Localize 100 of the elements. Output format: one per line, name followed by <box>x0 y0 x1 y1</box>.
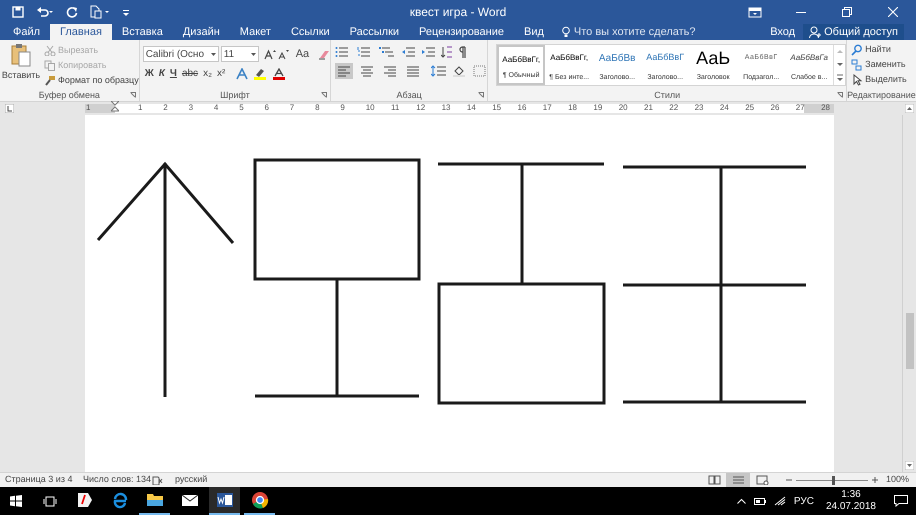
zoom-slider[interactable] <box>796 476 868 484</box>
scrollbar-thumb[interactable] <box>906 313 914 369</box>
dialog-launcher-icon[interactable] <box>837 92 844 98</box>
highlight-icon[interactable] <box>253 68 268 80</box>
start-icon[interactable] <box>10 495 22 507</box>
line-spacing-icon[interactable] <box>431 65 448 77</box>
format-button[interactable]: К <box>158 68 165 80</box>
restore-icon[interactable] <box>842 7 852 17</box>
sign-in-link[interactable]: Вход <box>762 24 804 40</box>
clear-formatting-icon[interactable] <box>318 48 330 60</box>
grow-font-icon[interactable] <box>264 48 276 60</box>
input-language[interactable]: РУС <box>794 494 814 508</box>
clipboard-icon <box>11 43 31 67</box>
font-color-icon[interactable] <box>272 68 286 80</box>
customize-icon[interactable] <box>122 7 130 17</box>
ruler-number: 11 <box>391 103 400 113</box>
task-view-icon[interactable] <box>42 496 56 506</box>
save-icon[interactable] <box>12 6 24 18</box>
paste-button[interactable]: Вставить <box>0 40 42 88</box>
ribbon-tab[interactable]: Файл <box>3 24 50 40</box>
word-icon <box>216 491 234 509</box>
tab-selector-icon[interactable] <box>5 104 14 113</box>
ribbon-display-icon[interactable] <box>748 6 762 18</box>
format-button[interactable]: Ч <box>170 68 177 80</box>
dialog-launcher-icon[interactable] <box>321 92 328 98</box>
ribbon-tab[interactable]: Вставка <box>112 24 173 40</box>
ruler-number: 4 <box>214 103 218 113</box>
decrease-indent-icon[interactable] <box>401 46 416 58</box>
ruler-number: 26 <box>770 103 780 113</box>
zoom-slider-thumb[interactable] <box>832 476 835 484</box>
taskbar-button[interactable] <box>209 487 240 515</box>
ruler-number: 17 <box>542 103 552 113</box>
editing-button[interactable]: Выделить <box>851 73 907 86</box>
ruler-number: 1 <box>86 103 90 113</box>
group-label: Абзац <box>396 88 422 100</box>
undo-icon[interactable] <box>36 6 54 18</box>
editing-button[interactable]: Заменить <box>851 58 907 71</box>
page-count[interactable]: Страница 3 из 4 <box>5 473 83 487</box>
clock[interactable]: 1:36 24.07.2018 <box>826 489 876 513</box>
ruler-number: 14 <box>466 103 476 113</box>
ruler-number: 24 <box>720 103 729 113</box>
scroll-down-icon[interactable] <box>905 461 914 470</box>
increase-indent-icon[interactable] <box>421 46 436 58</box>
person-add-icon[interactable] <box>809 26 822 38</box>
ruler-number: 3 <box>188 103 194 113</box>
ruler-number: 20 <box>618 103 628 113</box>
text-effects-icon[interactable] <box>236 68 248 80</box>
ruler-number: 19 <box>593 103 602 113</box>
ruler-number: 8 <box>315 103 320 113</box>
ribbon-tab[interactable]: Ссылки <box>280 24 340 40</box>
group-label: Шрифт <box>220 88 250 100</box>
close-icon[interactable] <box>888 7 898 17</box>
multilevel-list-icon[interactable] <box>379 46 396 58</box>
cursor-icon <box>851 74 864 86</box>
wifi-icon[interactable] <box>774 496 786 506</box>
font-name-field[interactable]: Calibri (Осно <box>142 46 219 62</box>
scrollbar[interactable] <box>902 115 916 472</box>
notifications-icon[interactable] <box>894 495 908 507</box>
format-button[interactable]: abc <box>182 68 198 80</box>
align-button[interactable] <box>335 63 354 79</box>
ribbon-tab[interactable]: Дизайн <box>172 24 230 40</box>
scroll-up-icon[interactable] <box>904 104 914 113</box>
zoom-level[interactable]: 100% <box>886 473 912 487</box>
zoom-in-icon[interactable] <box>872 477 878 483</box>
ribbon-tab[interactable]: Рецензирование <box>409 24 514 40</box>
borders-icon[interactable] <box>473 65 488 77</box>
paintbrush-icon[interactable] <box>44 75 56 86</box>
proofing-icon[interactable] <box>152 476 163 484</box>
word-count[interactable]: Число слов: 134 <box>83 473 152 487</box>
ruler-number: 15 <box>492 103 502 113</box>
zoom-out-icon[interactable] <box>786 477 792 483</box>
format-button[interactable]: x₂ <box>203 68 212 80</box>
chevron-up-icon[interactable] <box>736 498 746 504</box>
editing-button[interactable]: Найти <box>851 43 907 56</box>
window-title: квест игра - Word <box>408 4 508 21</box>
shrink-font-icon[interactable] <box>278 48 289 60</box>
ruler-number: 1 <box>138 103 142 113</box>
pilcrow-icon[interactable] <box>459 46 468 58</box>
dialog-launcher-icon[interactable] <box>130 92 136 98</box>
ribbon-tab[interactable]: Рассылки <box>340 24 410 40</box>
lightbulb-icon[interactable] <box>562 26 570 38</box>
font-size-field[interactable]: 11 <box>220 46 259 62</box>
battery-icon[interactable] <box>754 498 766 504</box>
tell-me-field[interactable]: Что вы хотите сделать? <box>574 24 714 40</box>
ribbon-tab[interactable]: Главная <box>50 24 112 40</box>
sort-icon[interactable] <box>441 46 454 58</box>
document-icon[interactable] <box>90 5 110 19</box>
view-button[interactable] <box>726 472 750 488</box>
format-button[interactable]: Ж <box>144 68 154 80</box>
language-indicator[interactable]: русский <box>175 473 208 487</box>
change-case-button[interactable]: Aa <box>294 46 310 62</box>
ribbon-tab[interactable]: Макет <box>230 24 281 40</box>
ribbon-tab[interactable]: Вид <box>514 24 554 40</box>
book-icon <box>708 475 720 485</box>
dialog-launcher-icon[interactable] <box>478 92 484 98</box>
redo-icon[interactable] <box>66 6 78 18</box>
dropdown-icon <box>250 52 256 56</box>
format-button[interactable]: x² <box>216 68 226 80</box>
ruler-number: 2 <box>163 103 168 113</box>
clipboard-button[interactable]: Формат по образцу <box>44 74 139 87</box>
